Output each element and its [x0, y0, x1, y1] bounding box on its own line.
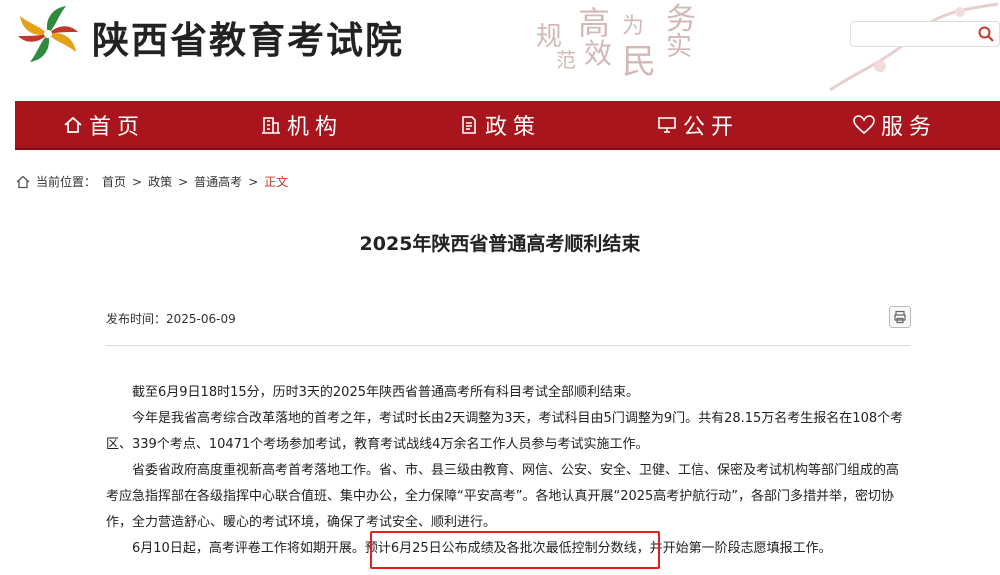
breadcrumb-separator: >: [248, 174, 259, 189]
publish-info: 发布时间：2025-06-09: [106, 310, 236, 327]
nav-item-policy[interactable]: 政策: [459, 101, 541, 148]
nav-item-label: 服务: [881, 114, 938, 140]
nav-item-label: 机构: [287, 114, 344, 140]
motto-char: 实: [666, 32, 693, 62]
article-paragraph: 截至6月9日18时15分，历时3天的2025年陕西省普通高考所有科目考试全部顺利…: [132, 385, 639, 400]
print-button[interactable]: [889, 306, 911, 328]
breadcrumb-separator: >: [132, 174, 143, 189]
heart-hand-icon: [853, 114, 875, 134]
breadcrumb-separator: >: [178, 174, 189, 189]
nav-item-organization[interactable]: 机构: [261, 101, 343, 148]
building-icon: [262, 116, 280, 134]
article-paragraph: 今年是我省高考综合改革落地的首考之年，考试时长由2天调整为3天，考试科目由5门调…: [106, 411, 904, 452]
search-box: [850, 21, 1000, 47]
nav-item-label: 公开: [683, 114, 740, 140]
home-icon: [16, 175, 30, 188]
logo-icon: [18, 6, 78, 62]
divider: [106, 345, 910, 346]
nav-item-public[interactable]: 公开: [657, 101, 739, 148]
breadcrumb-gaokao[interactable]: 普通高考: [194, 173, 242, 190]
breadcrumb-current: 正文: [264, 175, 289, 189]
search-icon[interactable]: [977, 25, 995, 43]
publish-label: 发布时间：: [106, 312, 167, 326]
motto-char: 效: [584, 37, 613, 70]
breadcrumb-home[interactable]: 首页: [102, 173, 126, 190]
highlight-annotation: [370, 531, 660, 569]
document-icon: [462, 115, 476, 134]
nav-item-home[interactable]: 首页: [63, 101, 145, 148]
print-icon: [894, 310, 906, 324]
plum-branch-decoration: [829, 2, 999, 92]
nav-item-label: 首页: [89, 114, 146, 140]
home-icon: [64, 116, 82, 133]
monitor-icon: [658, 116, 676, 133]
site-header: 陕西省教育考试院 规 高 范 为 效 民 务 实: [0, 0, 1000, 100]
publish-date: 2025-06-09: [166, 312, 236, 326]
breadcrumb: 当前位置： 首页 > 政策 > 普通高考 > 正文: [16, 173, 294, 190]
breadcrumb-prefix: 当前位置：: [36, 175, 97, 189]
motto-char: 民: [622, 42, 656, 82]
motto-char: 范: [556, 48, 576, 72]
nav-item-service[interactable]: 服务: [853, 101, 937, 148]
article-paragraph: 省委省政府高度重视新高考首考落地工作。省、市、县三级由教育、网信、公安、安全、卫…: [106, 463, 900, 530]
site-title: 陕西省教育考试院: [92, 18, 404, 62]
nav-item-label: 政策: [485, 114, 542, 140]
breadcrumb-policy[interactable]: 政策: [148, 173, 172, 190]
article-title: 2025年陕西省普通高考顺利结束: [359, 233, 641, 255]
search-input[interactable]: [857, 24, 971, 44]
main-nav: 首页 机构 政策 公开 服务: [15, 101, 1000, 150]
